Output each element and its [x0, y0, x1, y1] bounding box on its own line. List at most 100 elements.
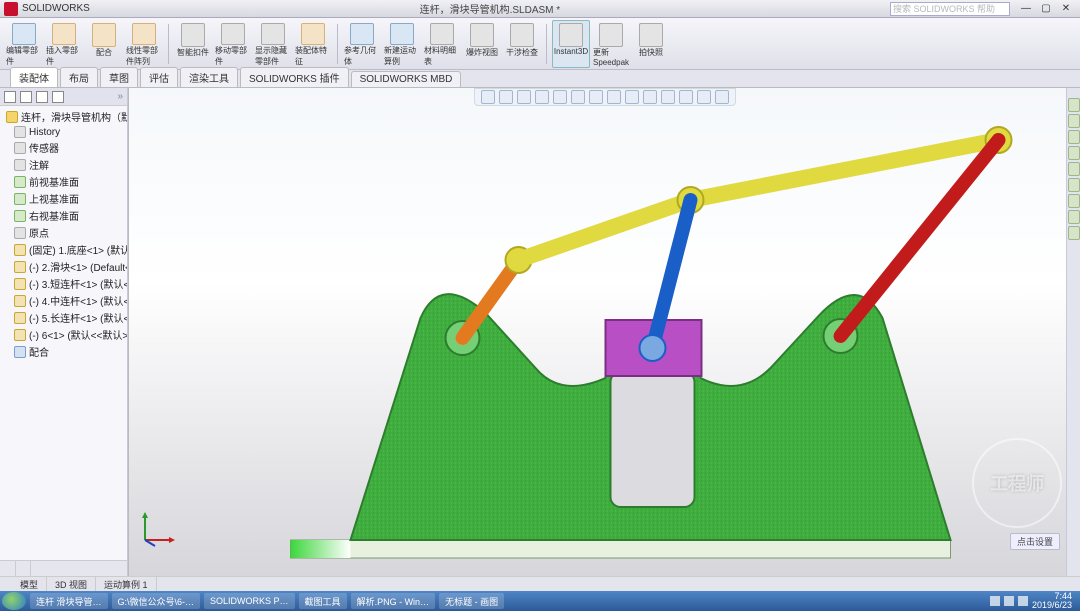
tree-item[interactable]: 原点 [0, 224, 127, 241]
tree-item[interactable]: (固定) 1.底座<1> (默认<<默 [0, 241, 127, 258]
model-tab[interactable]: 3D 视图 [47, 577, 96, 592]
model-tab[interactable]: 运动算例 1 [96, 577, 157, 592]
taskpane-tab-icon[interactable] [1068, 130, 1080, 144]
tool-icon [92, 23, 116, 47]
ribbon-tool[interactable]: 新建运动算例 [383, 20, 421, 68]
taskpane-tab-icon[interactable] [1068, 162, 1080, 176]
tree-root[interactable]: 连杆，滑块导管机构（默认<显 [0, 108, 127, 125]
category-tab[interactable]: SOLIDWORKS 插件 [240, 67, 349, 87]
tree-item[interactable]: History [0, 125, 127, 139]
tool-label: 新建运动算例 [384, 45, 420, 67]
tree-item[interactable]: (-) 4.中连杆<1> (默认<<默 [0, 292, 127, 309]
tree-item[interactable]: 右视基准面 [0, 207, 127, 224]
tree-tab-icon[interactable] [4, 91, 16, 103]
ribbon-tool[interactable]: 插入零部件 [45, 20, 83, 68]
ribbon-tool[interactable]: 编辑零部件 [5, 20, 43, 68]
taskpane-tab-icon[interactable] [1068, 210, 1080, 224]
tree-item-label: History [29, 127, 60, 138]
tool-icon [350, 23, 374, 45]
taskbar-item[interactable]: 连杆 滑块导管… [30, 593, 108, 609]
tool-icon [559, 23, 583, 47]
windows-taskbar[interactable]: 连杆 滑块导管…G:\微信公众号\6-…SOLIDWORKS P…截图工具解析.… [0, 591, 1080, 611]
tree-item[interactable]: 传感器 [0, 139, 127, 156]
task-pane-strip[interactable] [1066, 88, 1080, 576]
category-tab[interactable]: SOLIDWORKS MBD [351, 71, 462, 87]
minimize-button[interactable]: — [1016, 2, 1036, 16]
tree-item[interactable]: (-) 6<1> (默认<<默认>_显 [0, 326, 127, 343]
ribbon-tool[interactable]: Instant3D [552, 20, 590, 68]
ribbon-tool[interactable]: 配合 [85, 20, 123, 68]
tree-collapse-icon[interactable]: » [117, 91, 123, 102]
tree-item[interactable]: (-) 3.短连杆<1> (默认<<默 [0, 275, 127, 292]
tool-label: Instant3D [554, 47, 588, 56]
model-canvas [129, 88, 1080, 576]
graphics-viewport[interactable]: 工程师 点击设置 [128, 88, 1080, 576]
product-name: SOLIDWORKS [22, 3, 90, 14]
taskbar-item[interactable]: 无标题 - 画图 [439, 593, 504, 609]
tool-label: 编辑零部件 [6, 45, 42, 67]
ribbon-tool[interactable]: 显示隐藏零部件 [254, 20, 292, 68]
taskbar-item[interactable]: 解析.PNG - Win… [351, 593, 436, 609]
tree-tab-icon[interactable] [20, 91, 32, 103]
tray-icon[interactable] [990, 596, 1000, 606]
start-button[interactable] [2, 592, 26, 610]
tool-label: 材料明细表 [424, 45, 460, 67]
ribbon-tool[interactable]: 装配体特征 [294, 20, 332, 68]
tree-item-label: (-) 6<1> (默认<<默认>_显 [29, 327, 127, 342]
tool-icon [639, 23, 663, 47]
tree-tab-icon[interactable] [36, 91, 48, 103]
tree-item[interactable]: 配合 [0, 343, 127, 360]
ribbon-tool[interactable]: 参考几何体 [343, 20, 381, 68]
model-view-tabs[interactable]: 模型3D 视图运动算例 1 [0, 576, 1080, 592]
tree-item[interactable]: (-) 2.滑块<1> (Default< [0, 258, 127, 275]
prt-icon [14, 244, 26, 256]
tree-item[interactable]: 上视基准面 [0, 190, 127, 207]
tree-tab-icon[interactable] [52, 91, 64, 103]
orientation-triad-icon [137, 508, 177, 548]
ribbon-tool[interactable]: 线性零部件阵列 [125, 20, 163, 68]
maximize-button[interactable]: ▢ [1036, 2, 1056, 16]
tool-icon [52, 23, 76, 45]
taskbar-item[interactable]: G:\微信公众号\6-… [112, 593, 201, 609]
ribbon-tool[interactable]: 拍快照 [632, 20, 670, 68]
taskpane-tab-icon[interactable] [1068, 98, 1080, 112]
tray-icon[interactable] [1018, 596, 1028, 606]
taskbar-item[interactable]: SOLIDWORKS P… [204, 593, 295, 609]
taskpane-tab-icon[interactable] [1068, 178, 1080, 192]
help-search-input[interactable]: 搜索 SOLIDWORKS 帮助 [890, 2, 1010, 16]
category-tab[interactable]: 布局 [60, 67, 98, 87]
model-tab[interactable]: 模型 [12, 577, 47, 592]
tree-bottom-tab[interactable] [0, 561, 16, 576]
ribbon-tool[interactable]: 爆炸视图 [463, 20, 501, 68]
settings-button[interactable]: 点击设置 [1010, 533, 1060, 550]
tree-item[interactable]: 注解 [0, 156, 127, 173]
taskpane-tab-icon[interactable] [1068, 114, 1080, 128]
ribbon-toolbar: 编辑零部件插入零部件配合线性零部件阵列智能扣件移动零部件显示隐藏零部件装配体特征… [0, 18, 1080, 70]
close-button[interactable]: ✕ [1056, 2, 1076, 16]
category-tab[interactable]: 渲染工具 [180, 67, 238, 87]
mate-icon [14, 346, 26, 358]
tool-icon [221, 23, 245, 45]
taskpane-tab-icon[interactable] [1068, 226, 1080, 240]
fld-icon [14, 126, 26, 138]
tree-item[interactable]: 前视基准面 [0, 173, 127, 190]
ribbon-tool[interactable]: 更新 Speedpak [592, 20, 630, 68]
tool-icon [510, 23, 534, 47]
tree-tabstrip[interactable]: » [0, 88, 127, 106]
system-tray[interactable]: 7:44 2019/6/23 [990, 592, 1078, 610]
category-tab[interactable]: 装配体 [10, 67, 58, 87]
tree-bottom-tabs[interactable] [0, 560, 127, 576]
taskpane-tab-icon[interactable] [1068, 194, 1080, 208]
category-tab[interactable]: 草图 [100, 67, 138, 87]
tree-item[interactable]: (-) 5.长连杆<1> (默认<<默 [0, 309, 127, 326]
taskpane-tab-icon[interactable] [1068, 146, 1080, 160]
ribbon-tool[interactable]: 智能扣件 [174, 20, 212, 68]
category-tab[interactable]: 评估 [140, 67, 178, 87]
ribbon-tool[interactable]: 移动零部件 [214, 20, 252, 68]
taskbar-item[interactable]: 截图工具 [299, 593, 347, 609]
ribbon-tool[interactable]: 干涉检查 [503, 20, 541, 68]
tree-body[interactable]: 连杆，滑块导管机构（默认<显 History传感器注解前视基准面上视基准面右视基… [0, 106, 127, 560]
tray-icon[interactable] [1004, 596, 1014, 606]
ribbon-tool[interactable]: 材料明细表 [423, 20, 461, 68]
tree-bottom-tab[interactable] [16, 561, 32, 576]
